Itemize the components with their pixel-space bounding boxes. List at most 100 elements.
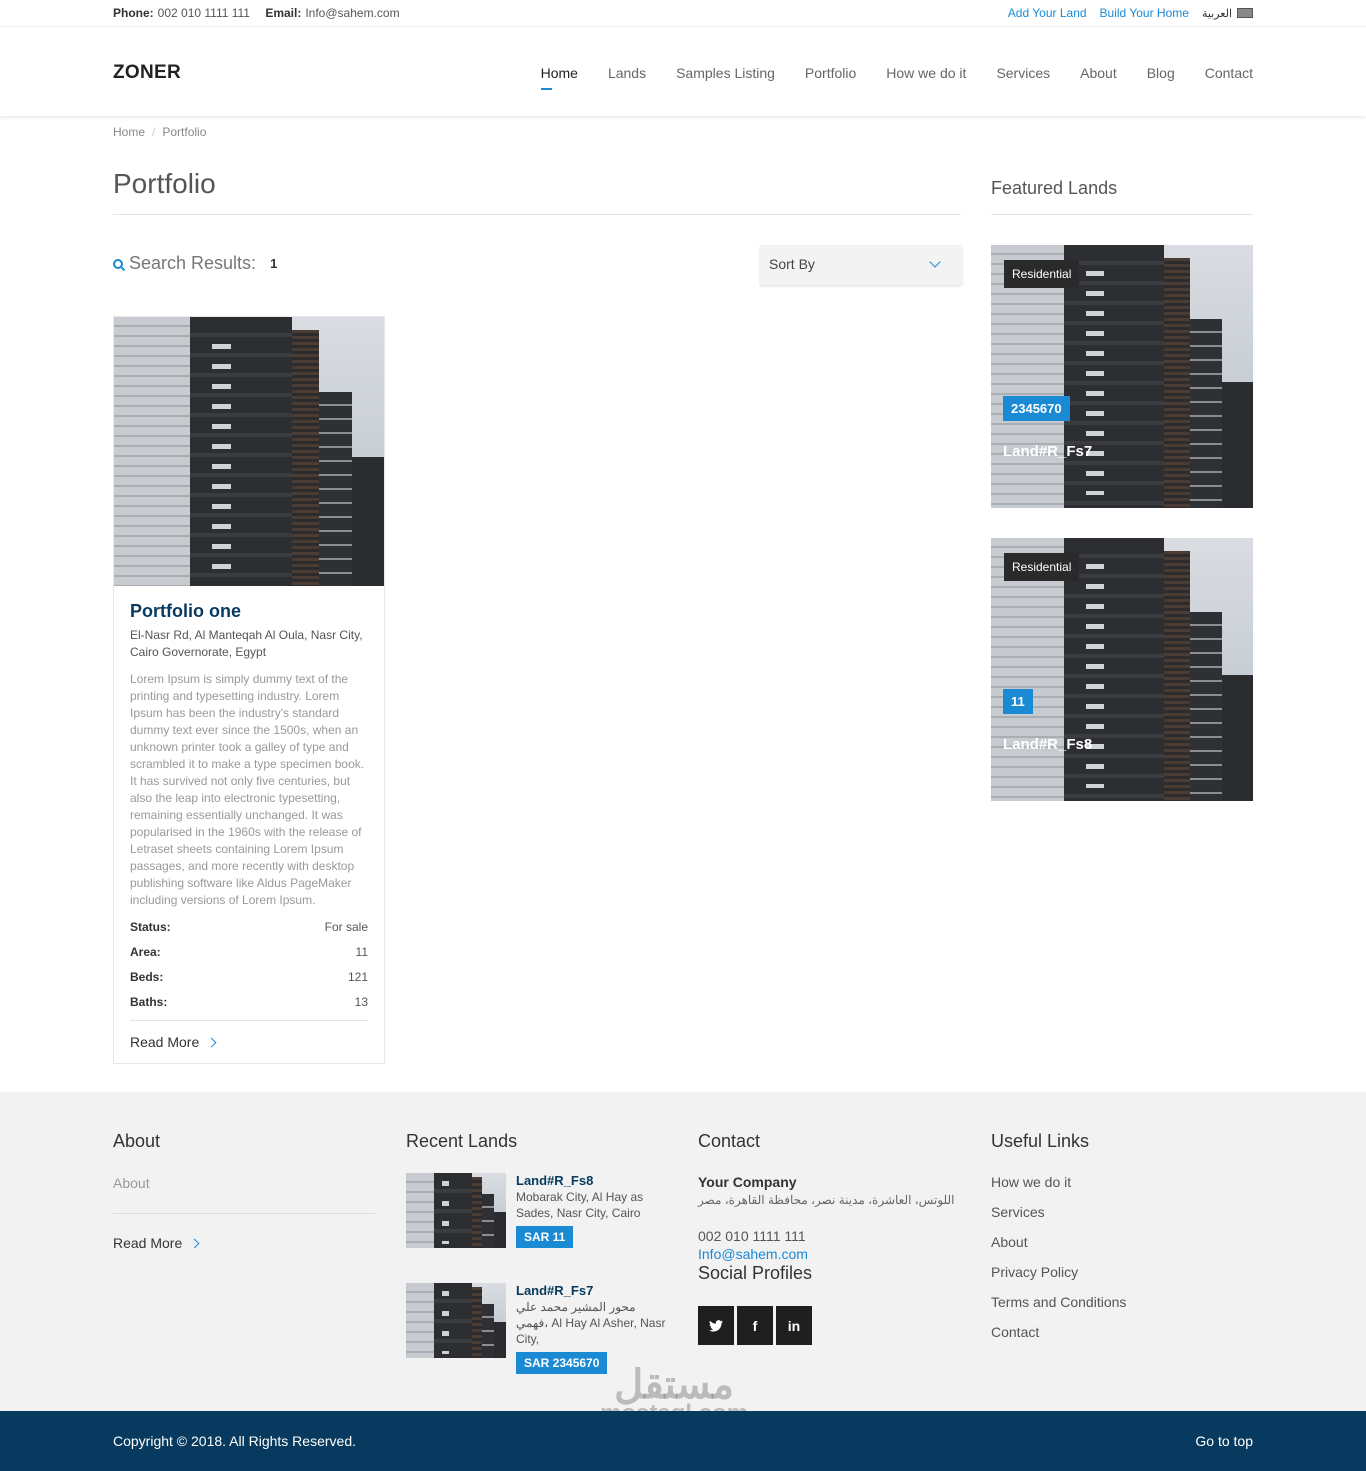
meta-label: Area: <box>130 945 161 959</box>
company-address: اللوتس، العاشرة، مدينة نصر، محافظة القاه… <box>698 1193 955 1207</box>
footer-contact-title: Contact <box>698 1131 761 1151</box>
read-more-label: Read More <box>113 1235 183 1251</box>
footer-about-title: About <box>113 1131 161 1151</box>
breadcrumb-current: Portfolio <box>162 125 207 139</box>
page-title: Portfolio <box>113 168 216 199</box>
featured-land-card[interactable]: Residential 2345670 Land#R_Fs7 <box>991 245 1253 508</box>
main-nav: Home Lands Samples Listing Portfolio How… <box>540 65 1253 90</box>
footer-useful-links: Useful Links How we do it Services About… <box>991 1131 1253 1343</box>
language-switch[interactable]: العربية <box>1202 7 1253 20</box>
facebook-icon[interactable]: f <box>737 1306 773 1345</box>
phone-label: Phone: <box>113 6 154 20</box>
breadcrumb-separator: / <box>152 125 156 139</box>
footer-link-terms[interactable]: Terms and Conditions <box>991 1294 1253 1313</box>
search-results-count: 1 <box>270 256 278 271</box>
nav-lands[interactable]: Lands <box>608 65 646 81</box>
copyright-text: Copyright © 2018. All Rights Reserved. <box>113 1433 356 1449</box>
read-more-label: Read More <box>130 1034 200 1050</box>
nav-about[interactable]: About <box>1080 65 1117 81</box>
property-card: Portfolio one El-Nasr Rd, Al Manteqah Al… <box>113 316 385 1064</box>
footer-link-how-we-do-it[interactable]: How we do it <box>991 1174 1253 1193</box>
sort-by-select[interactable]: Sort By <box>760 245 962 285</box>
category-badge: Residential <box>1004 260 1080 288</box>
meta-row-beds: Beds: 121 <box>130 970 368 995</box>
breadcrumb: Home / Portfolio <box>113 125 206 139</box>
meta-label: Baths: <box>130 995 168 1009</box>
linkedin-icon[interactable]: in <box>776 1306 812 1345</box>
footer-recent-title: Recent Lands <box>406 1131 518 1151</box>
read-more-link[interactable]: Read More <box>130 1034 368 1050</box>
recent-land-thumbnail <box>406 1173 506 1248</box>
chevron-right-icon <box>189 1238 200 1248</box>
recent-land-price: SAR 11 <box>516 1226 574 1248</box>
company-name: Your Company <box>698 1174 797 1190</box>
top-bar: Phone: 002 010 1111 111 Email: Info@sahem.… <box>0 0 1366 27</box>
recent-land-name[interactable]: Land#R_Fs7 <box>516 1283 668 1298</box>
property-meta: Status: For sale Area: 11 Beds: 121 Baths: 1… <box>130 920 368 1020</box>
meta-label: Status: <box>130 920 171 934</box>
meta-value: 11 <box>355 945 368 959</box>
footer-link-contact[interactable]: Contact <box>991 1324 1253 1343</box>
meta-value: 121 <box>347 970 368 984</box>
meta-label: Beds: <box>130 970 164 984</box>
recent-land-item[interactable]: Land#R_Fs7 محور المشير محمد علي فهمي، Al… <box>406 1283 668 1374</box>
footer-contact: Contact Your Company اللوتس، العاشرة، مد… <box>698 1131 960 1345</box>
featured-land-name[interactable]: Land#R_Fs7 <box>1003 443 1092 460</box>
email-value[interactable]: Info@sahem.com <box>305 6 399 20</box>
card-divider <box>130 1020 368 1021</box>
topbar-contact: Phone: 002 010 1111 111 Email: Info@sahem.… <box>113 6 412 20</box>
meta-row-status: Status: For sale <box>130 920 368 945</box>
contact-email[interactable]: Info@sahem.com <box>698 1246 960 1262</box>
search-results: Search Results: 1 <box>113 253 277 274</box>
recent-land-price: SAR 2345670 <box>516 1352 608 1374</box>
title-divider <box>113 214 961 215</box>
meta-value: 13 <box>354 995 368 1009</box>
nav-how-we-do-it[interactable]: How we do it <box>886 65 966 81</box>
nav-samples-listing[interactable]: Samples Listing <box>676 65 775 81</box>
nav-contact[interactable]: Contact <box>1205 65 1253 81</box>
footer-recent-lands: Recent Lands Land#R_Fs8 Mobarak City, Al… <box>406 1131 668 1374</box>
build-home-link[interactable]: Build Your Home <box>1100 6 1189 20</box>
footer-link-services[interactable]: Services <box>991 1204 1253 1223</box>
go-to-top-link[interactable]: Go to top <box>1195 1433 1253 1449</box>
footer-link-privacy-policy[interactable]: Privacy Policy <box>991 1264 1253 1283</box>
meta-row-baths: Baths: 13 <box>130 995 368 1020</box>
nav-blog[interactable]: Blog <box>1147 65 1175 81</box>
featured-divider <box>991 214 1253 215</box>
twitter-icon[interactable] <box>698 1306 734 1345</box>
recent-land-thumbnail <box>406 1283 506 1358</box>
breadcrumb-home[interactable]: Home <box>113 125 145 139</box>
chevron-down-icon <box>929 256 941 268</box>
recent-land-item[interactable]: Land#R_Fs8 Mobarak City, Al Hay as Sades… <box>406 1173 668 1263</box>
featured-land-name[interactable]: Land#R_Fs8 <box>1003 736 1092 753</box>
price-badge: 2345670 <box>1003 396 1070 421</box>
footer-link-about[interactable]: About <box>991 1234 1253 1253</box>
nav-home[interactable]: Home <box>540 65 578 90</box>
recent-land-address: Mobarak City, Al Hay as Sades, Nasr City… <box>516 1190 644 1220</box>
main-header: ZONER Home Lands Samples Listing Portfol… <box>0 28 1366 116</box>
footer-read-more-link[interactable]: Read More <box>113 1235 375 1251</box>
recent-land-name[interactable]: Land#R_Fs8 <box>516 1173 668 1188</box>
footer-about: About About Read More <box>113 1131 375 1251</box>
chevron-right-icon <box>206 1037 217 1047</box>
contact-phone: 002 010 1111 111 <box>698 1228 806 1244</box>
add-land-link[interactable]: Add Your Land <box>1008 6 1087 20</box>
nav-portfolio[interactable]: Portfolio <box>805 65 856 81</box>
recent-land-address: محور المشير محمد علي فهمي، Al Hay Al Ash… <box>516 1300 666 1346</box>
meta-value: For sale <box>324 920 368 934</box>
property-description: Lorem Ipsum is simply dummy text of the … <box>130 672 365 907</box>
footer-links-title: Useful Links <box>991 1131 1090 1151</box>
property-image[interactable] <box>114 317 384 586</box>
featured-land-card[interactable]: Residential 11 Land#R_Fs8 <box>991 538 1253 801</box>
social-profiles-title: Social Profiles <box>698 1263 813 1283</box>
category-badge: Residential <box>1004 553 1080 581</box>
language-label: العربية <box>1201 7 1232 20</box>
site-logo[interactable]: ZONER <box>113 62 181 84</box>
search-icon <box>113 258 123 269</box>
nav-services[interactable]: Services <box>996 65 1050 81</box>
featured-lands-title: Featured Lands <box>991 178 1118 198</box>
price-badge: 11 <box>1003 689 1033 714</box>
topbar-links: Add Your Land Build Your Home العربية <box>1008 6 1253 20</box>
social-icons: f in <box>698 1306 960 1345</box>
property-title[interactable]: Portfolio one <box>130 601 368 622</box>
